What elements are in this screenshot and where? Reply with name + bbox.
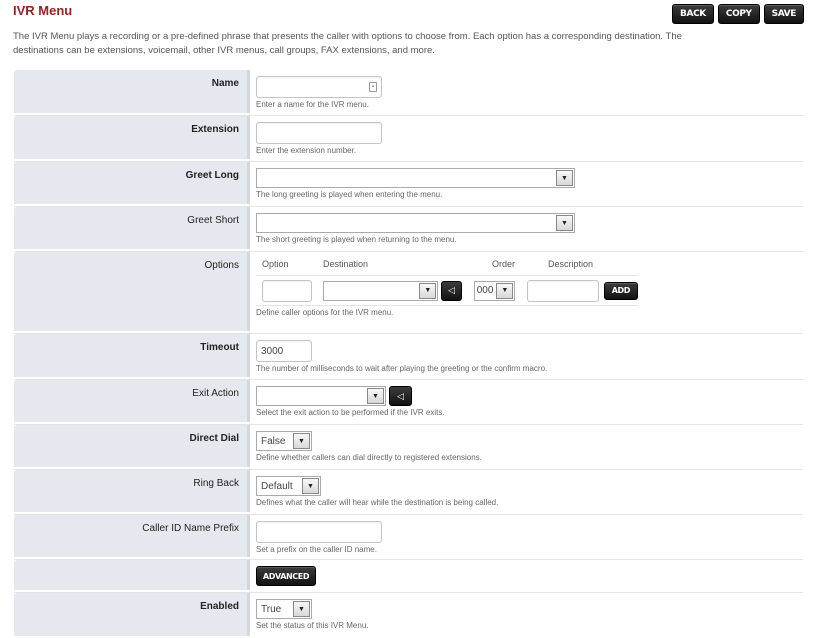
name-label: Name bbox=[14, 70, 250, 113]
chevron-down-icon[interactable]: ▼ bbox=[419, 282, 437, 299]
chevron-down-icon[interactable]: ▼ bbox=[556, 170, 573, 186]
row-ring-back: Ring Back Default ▼ Defines what the cal… bbox=[14, 470, 803, 515]
options-table-row: ▼ ◁ 000 ▼ ADD bbox=[256, 276, 638, 306]
chevron-down-icon[interactable]: ▼ bbox=[302, 478, 319, 494]
ring-back-label: Ring Back bbox=[14, 470, 250, 512]
caller-id-prefix-hint: Set a prefix on the caller ID name. bbox=[256, 545, 377, 554]
row-timeout: Timeout 3000 The number of milliseconds … bbox=[14, 334, 803, 380]
direct-dial-label: Direct Dial bbox=[14, 425, 250, 467]
options-label: Options bbox=[14, 252, 250, 331]
page-title: IVR Menu bbox=[13, 3, 73, 18]
chevron-down-icon[interactable]: ▼ bbox=[496, 282, 514, 299]
exit-action-label: Exit Action bbox=[14, 380, 250, 422]
chevron-down-icon[interactable]: ▼ bbox=[556, 215, 573, 231]
greet-long-hint: The long greeting is played when enterin… bbox=[256, 190, 443, 199]
row-extension: Extension Enter the extension number. bbox=[14, 116, 803, 162]
advanced-label-cell bbox=[14, 560, 250, 590]
option-input[interactable] bbox=[262, 279, 313, 302]
extension-hint: Enter the extension number. bbox=[256, 146, 357, 155]
row-exit-action: Exit Action ▼ ◁ Select the exit action t… bbox=[14, 380, 803, 425]
chevron-down-icon[interactable]: ▼ bbox=[367, 388, 384, 404]
row-options: Options Option Destination Order Descrip… bbox=[14, 252, 803, 334]
col-option: Option bbox=[262, 258, 289, 269]
enabled-label: Enabled bbox=[14, 593, 250, 636]
row-enabled: Enabled True ▼ Set the status of this IV… bbox=[14, 593, 803, 638]
timeout-input[interactable]: 3000 bbox=[256, 340, 312, 362]
option-description-input[interactable] bbox=[527, 279, 599, 302]
greet-long-select[interactable]: ▼ bbox=[256, 168, 575, 188]
row-name: Name ▪ Enter a name for the IVR menu. bbox=[14, 70, 803, 116]
row-direct-dial: Direct Dial False ▼ Define whether calle… bbox=[14, 425, 803, 470]
play-exit-action-button[interactable]: ◁ bbox=[389, 386, 412, 406]
options-hint: Define caller options for the IVR menu. bbox=[256, 308, 394, 317]
advanced-button[interactable]: ADVANCED bbox=[256, 566, 316, 586]
ivr-form: Name ▪ Enter a name for the IVR menu. Ex… bbox=[14, 70, 803, 638]
exit-action-select[interactable]: ▼ bbox=[256, 386, 386, 406]
play-destination-button[interactable]: ◁ bbox=[441, 280, 462, 301]
timeout-hint: The number of milliseconds to wait after… bbox=[256, 364, 548, 373]
action-buttons: BACK COPY SAVE bbox=[672, 4, 804, 24]
exit-action-hint: Select the exit action to be performed i… bbox=[256, 408, 445, 417]
enabled-select[interactable]: True ▼ bbox=[256, 599, 312, 619]
greet-long-label: Greet Long bbox=[14, 162, 250, 204]
chevron-down-icon[interactable]: ▼ bbox=[293, 601, 310, 617]
row-advanced: ADVANCED bbox=[14, 560, 803, 593]
destination-select[interactable]: ▼ bbox=[323, 280, 439, 301]
options-table-header: Option Destination Order Description bbox=[256, 252, 638, 276]
col-destination: Destination bbox=[323, 258, 369, 269]
extension-label: Extension bbox=[14, 116, 250, 159]
copy-button[interactable]: COPY bbox=[717, 4, 760, 24]
name-hint: Enter a name for the IVR menu. bbox=[256, 100, 369, 109]
name-input[interactable]: ▪ bbox=[256, 76, 382, 98]
row-caller-id-prefix: Caller ID Name Prefix Set a prefix on th… bbox=[14, 515, 803, 560]
back-button[interactable]: BACK bbox=[672, 4, 714, 24]
row-greet-long: Greet Long ▼ The long greeting is played… bbox=[14, 162, 803, 207]
play-icon: ◁ bbox=[397, 390, 404, 401]
timeout-label: Timeout bbox=[14, 334, 250, 377]
caller-id-prefix-input[interactable] bbox=[256, 521, 382, 543]
direct-dial-select[interactable]: False ▼ bbox=[256, 431, 312, 451]
add-option-button[interactable]: ADD bbox=[603, 281, 638, 300]
col-description: Description bbox=[548, 258, 594, 269]
col-order: Order bbox=[492, 258, 516, 269]
caller-id-prefix-label: Caller ID Name Prefix bbox=[14, 515, 250, 557]
enabled-hint: Set the status of this IVR Menu. bbox=[256, 621, 369, 630]
page-description: The IVR Menu plays a recording or a pre-… bbox=[13, 31, 682, 56]
greet-short-select[interactable]: ▼ bbox=[256, 213, 575, 233]
contact-card-icon[interactable]: ▪ bbox=[369, 82, 377, 92]
row-greet-short: Greet Short ▼ The short greeting is play… bbox=[14, 207, 803, 252]
direct-dial-hint: Define whether callers can dial directly… bbox=[256, 453, 482, 462]
play-icon: ◁ bbox=[448, 285, 455, 295]
ring-back-select[interactable]: Default ▼ bbox=[256, 476, 321, 496]
order-select[interactable]: 000 ▼ bbox=[473, 280, 516, 301]
extension-input[interactable] bbox=[256, 122, 382, 144]
greet-short-label: Greet Short bbox=[14, 207, 250, 249]
ring-back-hint: Defines what the caller will hear while … bbox=[256, 498, 499, 507]
chevron-down-icon[interactable]: ▼ bbox=[293, 433, 310, 449]
greet-short-hint: The short greeting is played when return… bbox=[256, 235, 457, 244]
save-button[interactable]: SAVE bbox=[763, 4, 804, 24]
